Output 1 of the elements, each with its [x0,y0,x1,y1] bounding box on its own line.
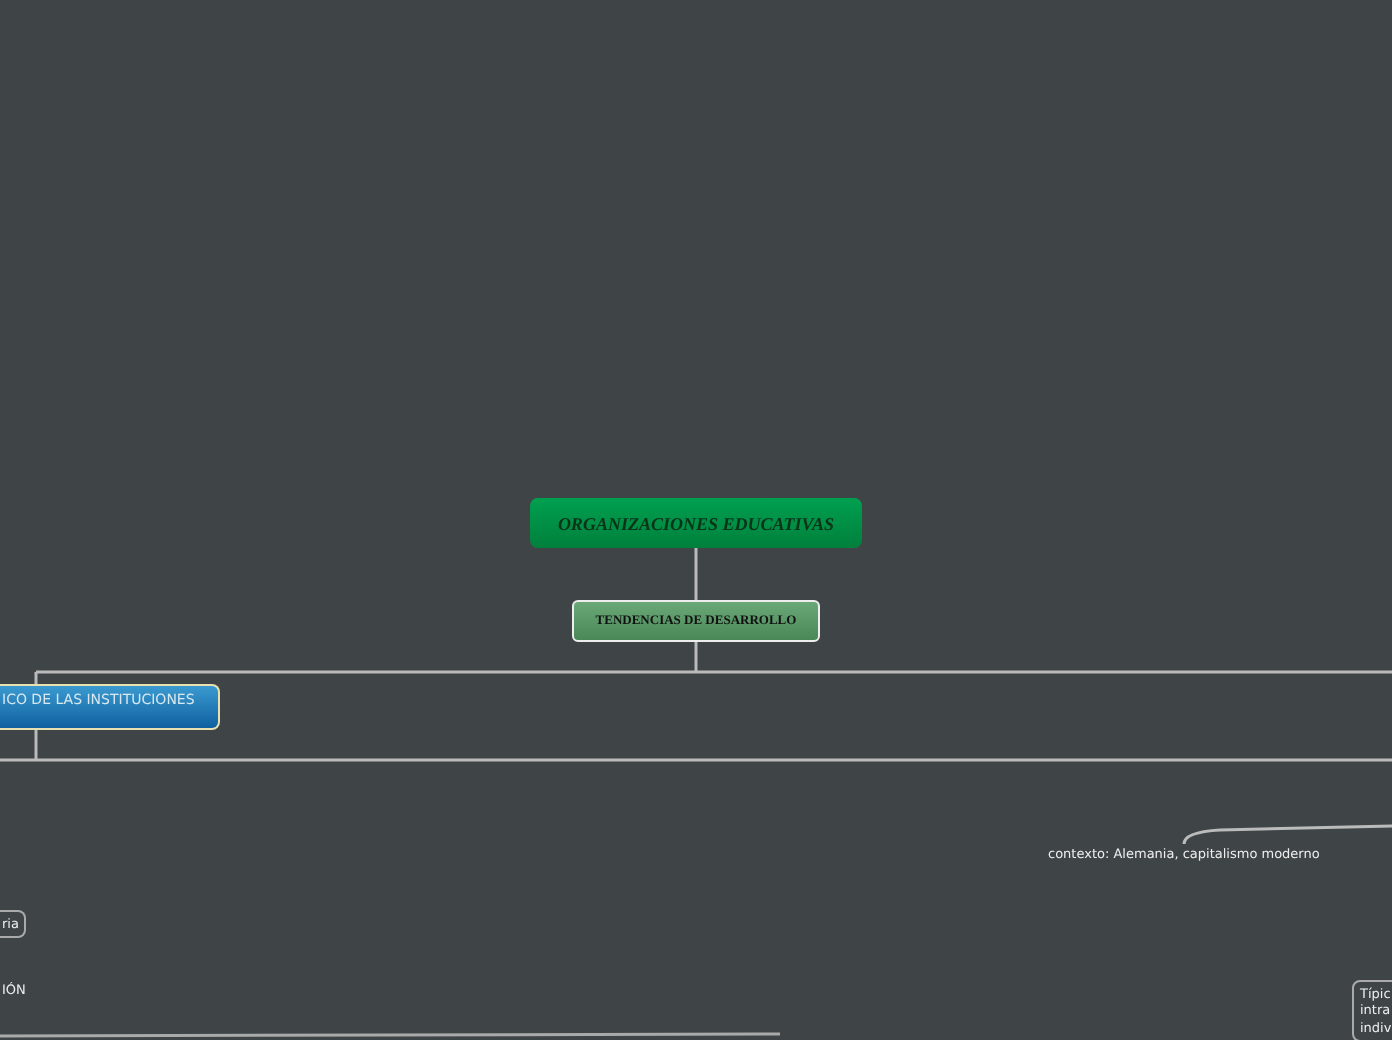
connector-line [694,548,698,600]
